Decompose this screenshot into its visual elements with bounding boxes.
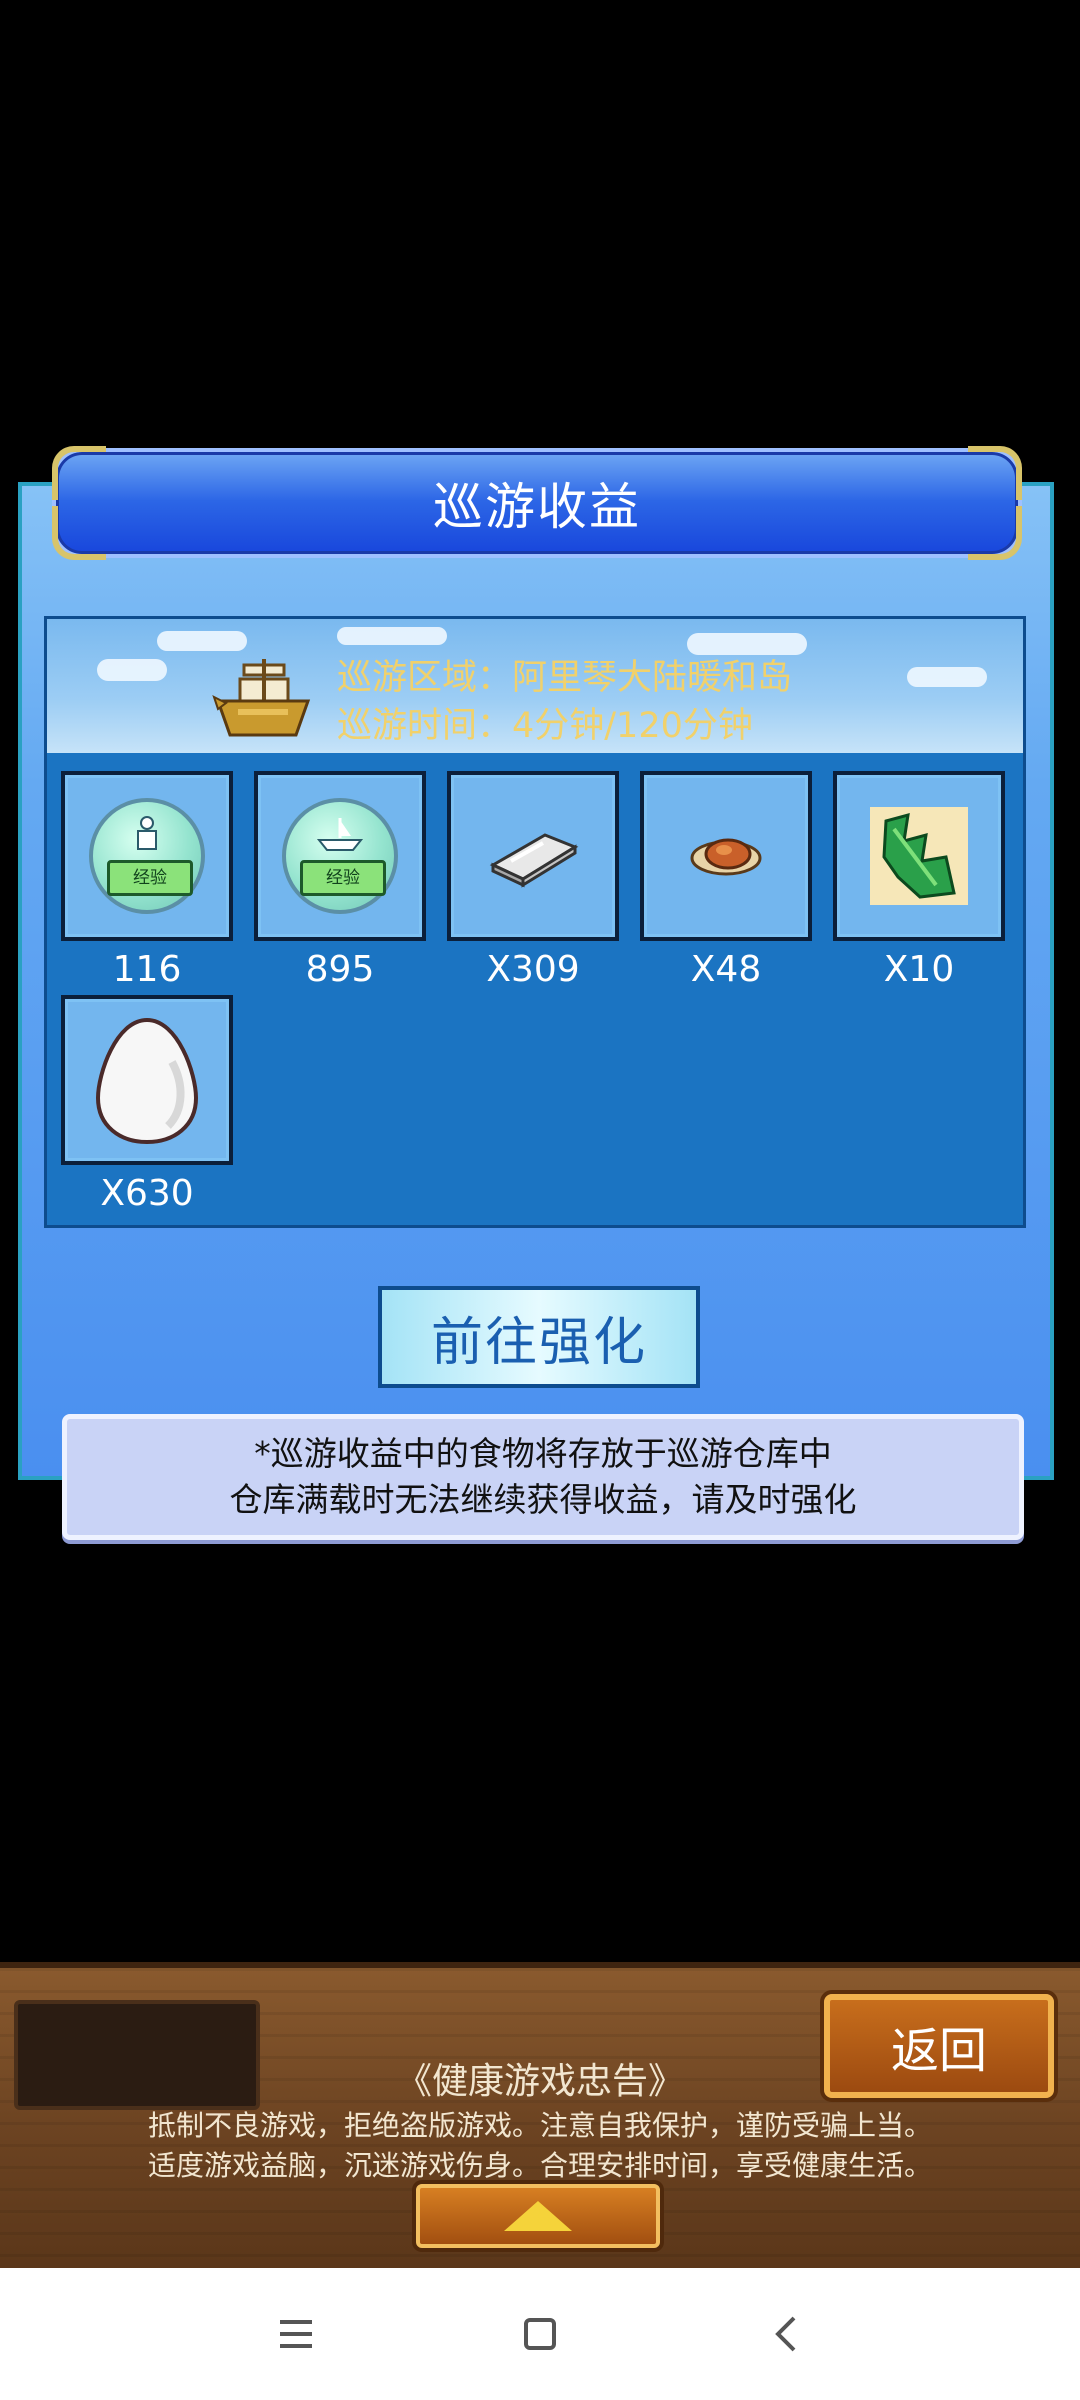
go-enhance-button[interactable]: 前往强化 — [378, 1286, 700, 1388]
system-nav-bar — [0, 2268, 1080, 2400]
title-bar: 巡游收益 — [52, 448, 1022, 558]
corner-ornament — [968, 446, 1022, 500]
reward-count: X309 — [486, 949, 580, 990]
storage-note: *巡游收益中的食物将存放于巡游仓库中 仓库满载时无法继续获得收益，请及时强化 — [62, 1414, 1024, 1540]
expand-button[interactable] — [416, 2184, 660, 2248]
cloud — [97, 659, 167, 681]
health-notice-title: 《健康游戏忠告》 — [395, 2061, 684, 2102]
reward-count: 895 — [305, 949, 375, 990]
cruise-info-banner: 巡游区域：阿里琴大陆暖和岛 巡游时间：4分钟/120分钟 — [47, 619, 1023, 753]
reward-slot-exp-ship[interactable]: 经验 — [254, 771, 426, 941]
silver-bar-icon — [489, 833, 579, 888]
reward-slot-green-leaf[interactable] — [833, 771, 1005, 941]
cloud — [157, 631, 247, 651]
corner-ornament — [52, 446, 106, 500]
cloud — [907, 667, 987, 687]
meat-icon — [690, 838, 762, 876]
reward-slot-exp-person[interactable]: 经验 — [61, 771, 233, 941]
exp-tag: 经验 — [300, 860, 386, 896]
menu-icon[interactable] — [258, 2296, 334, 2372]
corner-ornament — [968, 506, 1022, 560]
note-line: 仓库满载时无法继续获得收益，请及时强化 — [229, 1480, 857, 1519]
reward-slot-meat[interactable] — [640, 771, 812, 941]
health-notice-line: 适度游戏益脑，沉迷游戏伤身。合理安排时间，享受健康生活。 — [147, 2149, 932, 2182]
reward-count: X10 — [883, 949, 955, 990]
reward-slot-egg[interactable] — [61, 995, 233, 1165]
home-icon[interactable] — [502, 2296, 578, 2372]
cruise-area-text: 巡游区域：阿里琴大陆暖和岛 — [337, 658, 793, 698]
exp-bubble-person-icon: 经验 — [89, 798, 205, 914]
rewards-box: 巡游区域：阿里琴大陆暖和岛 巡游时间：4分钟/120分钟 经验 116 经验 8… — [44, 616, 1026, 1228]
exp-tag: 经验 — [107, 860, 193, 896]
egg-icon — [95, 1017, 199, 1145]
corner-ornament — [52, 506, 106, 560]
reward-count: X48 — [690, 949, 762, 990]
dialog-title: 巡游收益 — [433, 478, 641, 536]
arrow-up-icon — [504, 2201, 572, 2231]
reward-count: 116 — [112, 949, 182, 990]
exp-bubble-ship-icon: 经验 — [282, 798, 398, 914]
reward-slot-silver-bar[interactable] — [447, 771, 619, 941]
cloud — [337, 627, 447, 645]
reward-count: X630 — [100, 1173, 194, 1214]
green-leaf-card-icon — [870, 807, 968, 905]
note-line: *巡游收益中的食物将存放于巡游仓库中 — [254, 1434, 832, 1473]
back-icon[interactable] — [750, 2296, 826, 2372]
cruise-ship-icon — [212, 659, 311, 737]
health-notice-line: 抵制不良游戏，拒绝盗版游戏。注意自我保护，谨防受骗上当。 — [147, 2109, 932, 2142]
cruise-time-text: 巡游时间：4分钟/120分钟 — [337, 706, 753, 746]
